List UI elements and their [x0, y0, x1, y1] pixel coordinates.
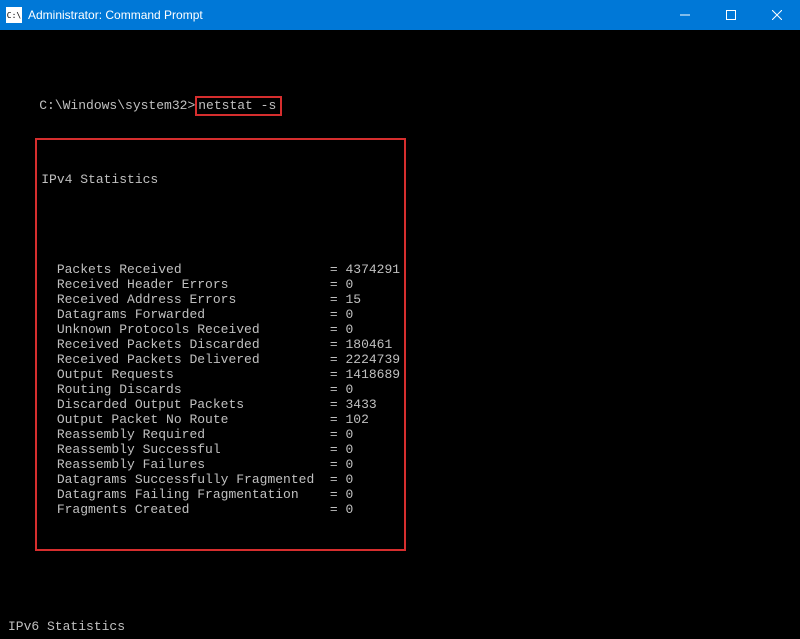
prompt-line: C:\Windows\system32>netstat -s	[39, 96, 282, 116]
stat-row: Received Packets Delivered = 2224739	[41, 352, 400, 367]
prompt-path: C:\Windows\system32>	[39, 98, 195, 113]
maximize-button[interactable]	[708, 0, 754, 30]
stat-row: Output Packet No Route = 102	[41, 412, 400, 427]
minimize-button[interactable]	[662, 0, 708, 30]
ipv4-highlight-box: IPv4 Statistics Packets Received = 43742…	[35, 138, 406, 551]
stat-row: Received Packets Discarded = 180461	[41, 337, 400, 352]
cmd-icon: C:\	[6, 7, 22, 23]
stat-row: Reassembly Failures = 0	[41, 457, 400, 472]
stat-row: Datagrams Failing Fragmentation = 0	[41, 487, 400, 502]
titlebar[interactable]: C:\ Administrator: Command Prompt	[0, 0, 800, 30]
stat-row: Packets Received = 4374291	[41, 262, 400, 277]
ipv4-rows: Packets Received = 4374291 Received Head…	[41, 262, 400, 517]
stat-row: Received Header Errors = 0	[41, 277, 400, 292]
stat-row: Reassembly Successful = 0	[41, 442, 400, 457]
stat-row: Received Address Errors = 15	[41, 292, 400, 307]
ipv6-section: IPv6 Statistics Packets Received = 359 R…	[8, 589, 792, 639]
stat-row: Unknown Protocols Received = 0	[41, 322, 400, 337]
stat-row: Reassembly Required = 0	[41, 427, 400, 442]
stat-row: Datagrams Forwarded = 0	[41, 307, 400, 322]
command-text: netstat -s	[198, 98, 276, 113]
blank-line	[41, 217, 400, 232]
window-title: Administrator: Command Prompt	[28, 8, 662, 22]
stat-row: Output Requests = 1418689	[41, 367, 400, 382]
stat-row: Datagrams Successfully Fragmented = 0	[41, 472, 400, 487]
ipv6-header: IPv6 Statistics	[8, 619, 792, 634]
stat-row: Routing Discards = 0	[41, 382, 400, 397]
command-highlight-box: netstat -s	[195, 96, 282, 116]
terminal-output[interactable]: C:\Windows\system32>netstat -s IPv4 Stat…	[0, 30, 800, 639]
command-prompt-window: C:\ Administrator: Command Prompt C:\Win…	[0, 0, 800, 639]
window-controls	[662, 0, 800, 30]
blank-line	[8, 66, 792, 81]
stat-row: Fragments Created = 0	[41, 502, 400, 517]
ipv4-header: IPv4 Statistics	[41, 172, 400, 187]
close-button[interactable]	[754, 0, 800, 30]
stat-row: Discarded Output Packets = 3433	[41, 397, 400, 412]
